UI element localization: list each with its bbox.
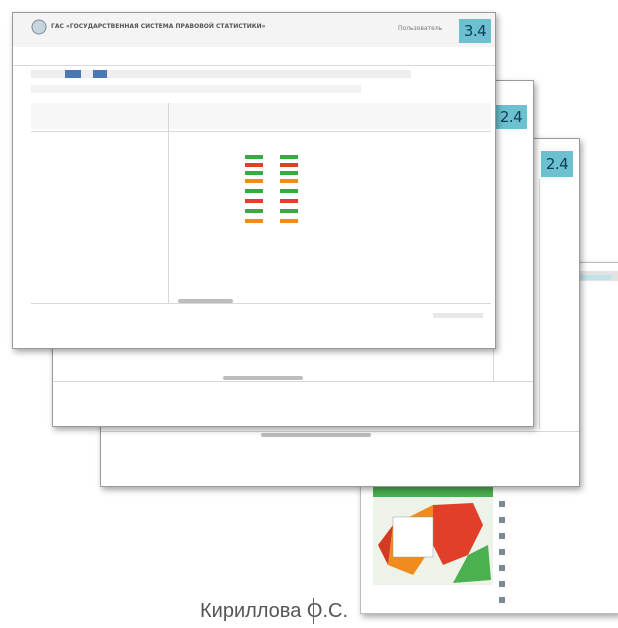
progress-bar <box>280 199 298 203</box>
progress-bar <box>245 219 263 223</box>
map-icon <box>373 485 493 583</box>
item-icon <box>499 549 505 555</box>
slide-main-screenshot: ГАС «ГОСУДАРСТВЕННАЯ СИСТЕМА ПРАВОВОЙ СТ… <box>12 12 496 349</box>
version-badge: 2.4 <box>495 105 527 129</box>
list-item[interactable] <box>499 515 614 525</box>
horizontal-scrollbar[interactable] <box>261 433 371 437</box>
list-item[interactable] <box>499 579 614 589</box>
footer-divider <box>101 431 579 432</box>
list-item[interactable] <box>499 563 614 573</box>
progress-bar <box>280 171 298 175</box>
progress-bar <box>245 179 263 183</box>
filter-button-active[interactable] <box>93 70 107 78</box>
item-icon <box>499 501 505 507</box>
progress-bar <box>245 189 263 193</box>
author-caption: Кириллова О.С. <box>200 600 348 622</box>
footer-divider <box>31 303 491 304</box>
progress-bar <box>280 155 298 159</box>
item-icon <box>499 533 505 539</box>
progress-bar <box>280 163 298 167</box>
progress-bar <box>245 171 263 175</box>
horizontal-scrollbar[interactable] <box>178 299 233 303</box>
list-item[interactable] <box>499 499 614 509</box>
item-icon <box>499 517 505 523</box>
progress-bar <box>280 209 298 213</box>
progress-bar <box>245 155 263 159</box>
search-bar[interactable] <box>31 85 361 93</box>
progress-bar <box>280 219 298 223</box>
filter-button-active[interactable] <box>65 70 81 78</box>
version-badge: 2.4 <box>541 151 573 177</box>
item-icon <box>499 581 505 587</box>
filter-bar[interactable] <box>31 70 411 78</box>
footer-divider <box>53 381 533 382</box>
item-icon <box>499 565 505 571</box>
horizontal-scrollbar[interactable] <box>223 376 303 380</box>
version-badge: 3.4 <box>459 19 491 43</box>
list-item[interactable] <box>499 531 614 541</box>
item-icon <box>499 597 505 603</box>
progress-bar <box>245 199 263 203</box>
column-divider <box>539 179 540 429</box>
column-divider <box>168 103 169 303</box>
list-item[interactable] <box>499 595 614 605</box>
text-cursor <box>313 598 314 624</box>
list-item[interactable] <box>499 547 614 557</box>
pagination[interactable] <box>433 313 483 318</box>
toolbar-divider <box>13 65 495 66</box>
progress-bar <box>245 209 263 213</box>
table-header <box>31 103 491 129</box>
user-label: Пользователь <box>398 25 443 32</box>
logo-icon <box>31 19 47 35</box>
header-divider <box>31 131 491 132</box>
progress-bar <box>280 179 298 183</box>
app-title: ГАС «ГОСУДАРСТВЕННАЯ СИСТЕМА ПРАВОВОЙ СТ… <box>51 23 266 30</box>
region-map[interactable] <box>373 485 493 585</box>
progress-bar <box>280 189 298 193</box>
progress-bar <box>245 163 263 167</box>
